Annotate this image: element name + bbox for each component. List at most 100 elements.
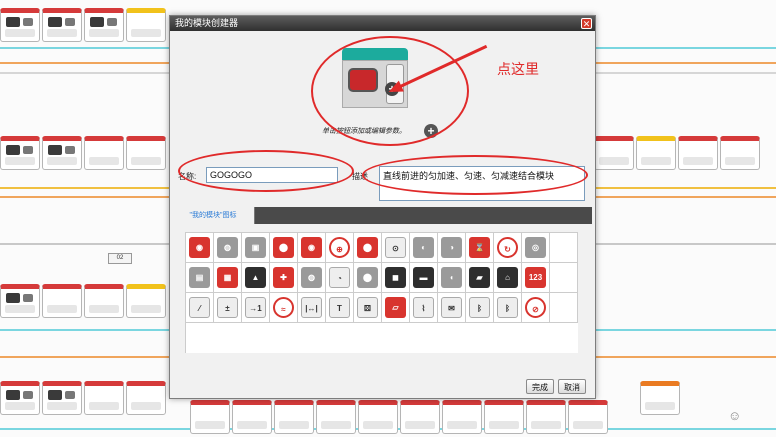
digits-icon[interactable]: 123 [525,267,546,288]
icon-cell[interactable]: ▤ [186,263,214,293]
icon-cell[interactable]: ◐ [410,233,438,263]
program-block[interactable] [126,136,166,170]
program-block[interactable] [640,381,680,415]
bluetooth-off-icon[interactable]: ᛒ [497,297,518,318]
finish-button[interactable]: 完成 [526,379,554,394]
icon-cell[interactable]: →1 [242,293,270,323]
icon-cell[interactable]: ▦ [214,263,242,293]
hourglass-icon[interactable]: ⌛ [469,237,490,258]
medium-motor-icon[interactable]: ◍ [301,267,322,288]
icon-cell[interactable]: ⊕ [326,233,354,263]
motor-pair-icon[interactable]: ⬤ [357,237,378,258]
icon-cell[interactable]: ✚ [270,263,298,293]
tank-motors-icon[interactable]: ◉ [301,237,322,258]
icon-cell[interactable]: ⌇ [410,293,438,323]
program-block[interactable] [316,400,356,434]
icon-cell[interactable]: ◉ [186,233,214,263]
icon-cell[interactable]: ◍ [214,233,242,263]
divide-icon[interactable]: ⁄ [189,297,210,318]
program-block[interactable] [42,8,82,42]
steering-wheel-icon[interactable]: ⊕ [329,237,350,258]
program-block[interactable] [190,400,230,434]
battery-icon[interactable]: ▬ [413,267,434,288]
infrared-icon[interactable]: ▤ [189,267,210,288]
icon-cell[interactable]: ⬤ [354,233,382,263]
text-icon[interactable]: T [329,297,350,318]
no-sign-icon[interactable]: ⊘ [525,297,546,318]
bluetooth-icon[interactable]: ᛒ [469,297,490,318]
program-block[interactable] [84,136,124,170]
program-block[interactable] [42,284,82,318]
program-block[interactable] [126,381,166,415]
icon-cell[interactable]: ⬤ [354,263,382,293]
cancel-button[interactable]: 取消 [558,379,586,394]
color-sensor-icon[interactable]: ◎ [525,237,546,258]
icon-cell[interactable]: 123 [522,263,550,293]
icon-cell[interactable]: ⁄ [186,293,214,323]
range-icon[interactable]: |↔| [301,297,322,318]
icon-cell[interactable]: ◔ [326,263,354,293]
icon-cell[interactable]: ± [214,293,242,323]
program-block[interactable] [442,400,482,434]
icon-cell[interactable]: ᛒ [494,293,522,323]
random-icon[interactable]: ≈ [273,297,294,318]
head-icon[interactable]: ◍ [217,237,238,258]
program-block[interactable] [594,136,634,170]
icon-cell[interactable]: ◖ [438,263,466,293]
envelope-icon[interactable]: ✉ [441,297,462,318]
program-block[interactable] [0,284,40,318]
large-motor-icon[interactable]: ⬤ [273,237,294,258]
program-block[interactable] [42,136,82,170]
program-block[interactable] [232,400,272,434]
briefcase-icon[interactable]: ▰ [469,267,490,288]
icon-cell[interactable]: ▰ [466,263,494,293]
ultrasonic-icon[interactable]: ◐ [413,237,434,258]
icon-cell[interactable]: ◑ [438,233,466,263]
graph-icon[interactable]: ⌇ [413,297,434,318]
close-button[interactable]: ✕ [581,18,592,29]
icon-cell[interactable]: ⌂ [494,263,522,293]
icon-cell[interactable]: ↻ [494,233,522,263]
program-block[interactable] [0,381,40,415]
icon-cell[interactable]: ▱ [382,293,410,323]
icon-cell[interactable]: ⊙ [382,233,410,263]
loop-arrows-icon[interactable]: ↻ [497,237,518,258]
wheels-icon[interactable]: ⬤ [357,267,378,288]
program-block[interactable] [0,136,40,170]
program-block[interactable] [84,381,124,415]
dpad-icon[interactable]: ✚ [273,267,294,288]
round-icon[interactable]: →1 [245,297,266,318]
program-block[interactable] [526,400,566,434]
icon-cell[interactable]: ▲ [242,263,270,293]
gyro-icon[interactable]: ◑ [441,237,462,258]
icon-cell[interactable]: ◼ [382,263,410,293]
brick-icon[interactable]: ▣ [245,237,266,258]
folder-icon[interactable]: ▱ [385,297,406,318]
program-block[interactable] [84,8,124,42]
program-block[interactable] [636,136,676,170]
icon-cell[interactable]: ▣ [242,233,270,263]
icon-cell[interactable]: ⬤ [270,233,298,263]
icon-cell[interactable]: ▬ [410,263,438,293]
brick-buttons-icon[interactable]: ▦ [217,267,238,288]
program-block[interactable] [484,400,524,434]
icon-cell[interactable]: ⊘ [522,293,550,323]
program-icon[interactable]: ◉ [189,237,210,258]
program-block[interactable] [84,284,124,318]
icon-cell[interactable]: T [326,293,354,323]
sound-level-icon[interactable]: ◖ [441,267,462,288]
program-block[interactable] [568,400,608,434]
lock-icon[interactable]: ⌂ [497,267,518,288]
program-block[interactable] [720,136,760,170]
icon-cell[interactable]: ◉ [298,233,326,263]
tab-my-block-icons[interactable]: "我的模块"图标 [172,207,255,224]
program-block[interactable] [42,381,82,415]
program-block[interactable] [678,136,718,170]
icon-cell[interactable]: ≈ [270,293,298,323]
program-block[interactable] [126,284,166,318]
touch-sensor-icon[interactable]: ▲ [245,267,266,288]
program-block[interactable] [0,8,40,42]
icon-cell[interactable]: ◍ [298,263,326,293]
program-block[interactable] [274,400,314,434]
math-icon[interactable]: ± [217,297,238,318]
